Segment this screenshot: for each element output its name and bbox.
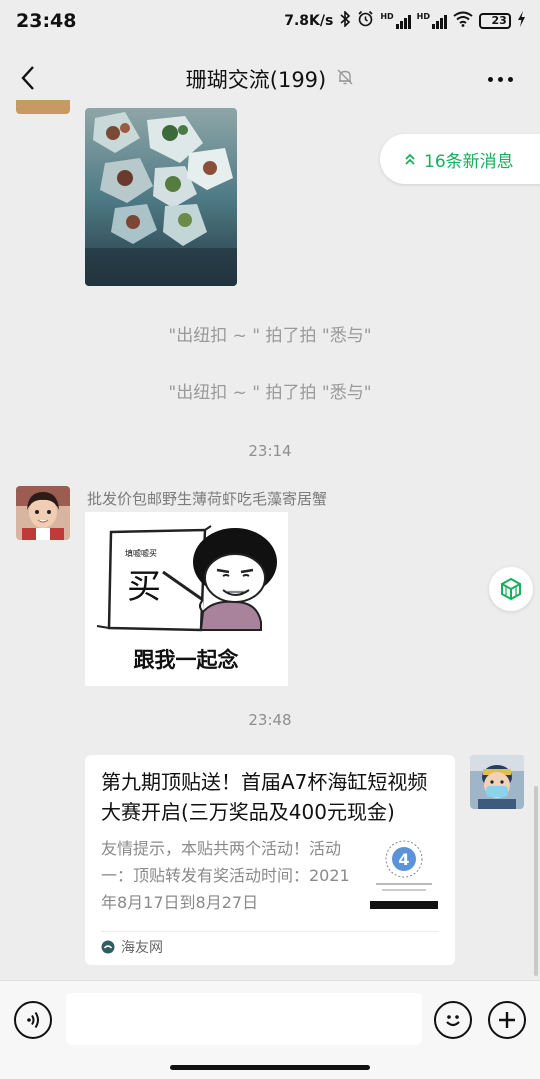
battery-level: 23: [491, 14, 507, 27]
link-card-source-name: 海友网: [121, 940, 163, 956]
sticker-caption: 跟我一起念: [134, 648, 239, 672]
plus-icon: [499, 1012, 515, 1028]
double-chevron-up-icon: [405, 153, 415, 165]
sender-avatar[interactable]: [16, 486, 70, 540]
add-attachment-button[interactable]: [488, 1001, 526, 1039]
emoji-icon: [446, 1015, 460, 1027]
battery-icon: 23: [479, 12, 511, 29]
system-message: "出纽扣 ~ " 拍了拍 "悉与": [168, 326, 372, 346]
more-options-button[interactable]: [482, 64, 518, 94]
sticker-message[interactable]: 跟我一起念 填嘘嘘买 买: [85, 512, 288, 686]
sticker-sign-text: 买: [127, 567, 161, 607]
cube-icon: [501, 577, 521, 601]
signal-icon-2: HD: [417, 12, 447, 29]
chat-title: 珊瑚交流(199): [185, 68, 327, 92]
link-card-thumbnail: 4: [368, 837, 440, 909]
status-bar: 23:48 7.8K/s HD HD 23: [0, 0, 540, 44]
svg-text:4: 4: [398, 850, 409, 869]
avatar[interactable]: [16, 100, 70, 114]
boy-avatar-image: [470, 755, 524, 809]
link-card-title: 第九期顶贴送！首届A7杯海缸短视频大赛开启(三万奖品及400元现金): [101, 770, 428, 824]
system-message: "出纽扣 ~ " 拍了拍 "悉与": [168, 383, 372, 403]
source-logo-icon: [101, 940, 115, 954]
charging-icon: [517, 10, 526, 31]
link-card-description: 友情提示，本贴共两个活动！活动一：顶贴转发有奖活动时间：2021年8月17日到8…: [101, 839, 350, 912]
new-messages-label: 16条新消息: [424, 151, 514, 172]
emoji-button[interactable]: [434, 1001, 472, 1039]
sender-name: 批发价包邮野生薄荷虾吃毛藻寄居蟹: [87, 490, 328, 508]
image-message[interactable]: [85, 108, 237, 286]
mute-bell-icon: [336, 67, 354, 91]
status-time: 23:48: [16, 10, 77, 32]
floating-window-button[interactable]: [489, 567, 533, 611]
message-input[interactable]: [66, 993, 422, 1045]
timestamp: 23:14: [248, 442, 292, 460]
voice-icon: [27, 1011, 39, 1029]
meme-sticker-image: 跟我一起念 填嘘嘘买 买: [85, 512, 288, 686]
link-card-divider: [101, 931, 439, 932]
signal-icon-1: HD: [380, 12, 411, 29]
home-indicator[interactable]: [170, 1065, 370, 1070]
qr-poster-image: 4: [368, 837, 440, 909]
coral-photo-image: [85, 108, 237, 286]
bluetooth-icon: [339, 9, 351, 31]
my-avatar[interactable]: [470, 755, 524, 809]
alarm-icon: [357, 10, 374, 31]
chat-header: 珊瑚交流(199): [0, 44, 540, 110]
status-icons: 7.8K/s HD HD 23: [284, 9, 526, 31]
network-speed: 7.8K/s: [284, 12, 334, 29]
timestamp: 23:48: [248, 711, 292, 729]
chat-title-wrap[interactable]: 珊瑚交流(199): [0, 64, 540, 94]
link-card-source: 海友网: [101, 937, 163, 957]
new-messages-button[interactable]: 16条新消息: [380, 134, 540, 184]
scrollbar[interactable]: [534, 786, 538, 976]
sticker-small-text: 填嘘嘘买: [125, 548, 157, 558]
wifi-icon: [453, 11, 473, 31]
link-card-message[interactable]: 第九期顶贴送！首届A7杯海缸短视频大赛开启(三万奖品及400元现金) 友情提示，…: [85, 755, 455, 965]
girl-avatar-image: [16, 486, 70, 540]
voice-button[interactable]: [14, 1001, 52, 1039]
